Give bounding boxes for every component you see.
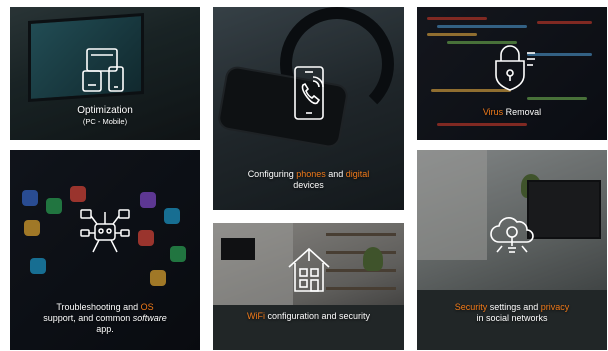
tile-label: Security settings and privacy in social … — [454, 302, 570, 323]
smart-home-icon — [287, 247, 330, 292]
service-tile-optimization[interactable]: Optimization (PC - Mobile) — [10, 7, 200, 140]
cloud-bulb-icon — [490, 217, 534, 253]
tile-label: Troubleshooting and OS support, and comm… — [43, 302, 167, 334]
lock-shield-icon — [495, 45, 535, 91]
service-tile-security[interactable]: Security settings and privacy in social … — [417, 150, 607, 350]
tile-label: WiFi configuration and security — [246, 311, 371, 321]
tile-label: Virus Removal — [482, 107, 542, 117]
service-tile-wifi[interactable]: WiFi configuration and security — [213, 223, 404, 350]
tile-label: Configuring phones and digital devices — [247, 169, 370, 190]
tile-title: Optimization — [77, 105, 133, 116]
service-tile-configuring[interactable]: Configuring phones and digital devices — [213, 7, 404, 210]
tile-subtitle: (PC - Mobile) — [82, 117, 128, 126]
robot-hub-icon — [80, 209, 130, 253]
service-tile-virus-removal[interactable]: Virus Removal — [417, 7, 607, 140]
tile-label: Optimization (PC - Mobile) — [16, 105, 194, 127]
devices-icon — [82, 48, 124, 92]
service-tile-troubleshooting[interactable]: Troubleshooting and OS support, and comm… — [10, 150, 200, 350]
phone-call-icon — [293, 66, 324, 120]
